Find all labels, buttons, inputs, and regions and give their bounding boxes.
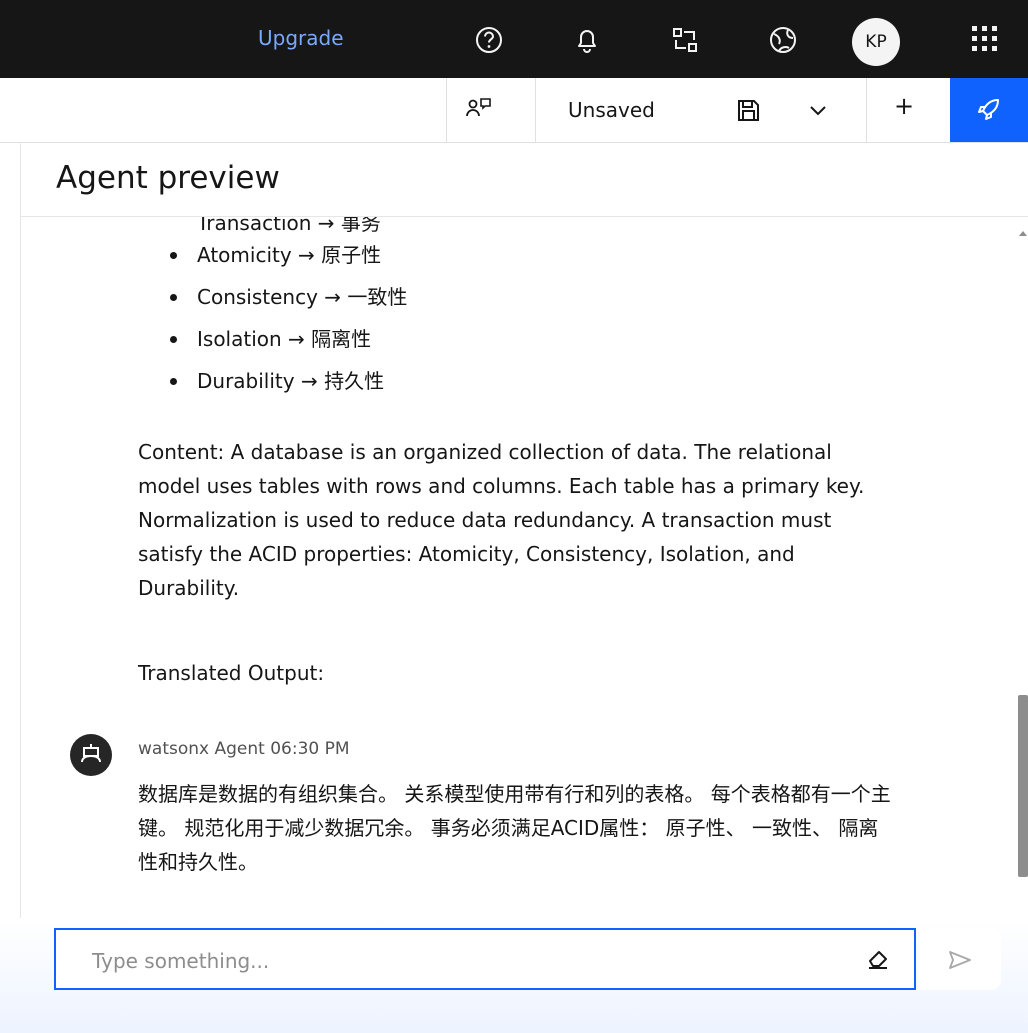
chevron-down-icon[interactable]	[802, 94, 834, 126]
switcher-icon[interactable]	[668, 23, 702, 57]
translation-list: Atomicity → 原子性 Consistency → 一致性 Isolat…	[166, 239, 407, 407]
save-status: Unsaved	[568, 98, 655, 122]
notification-bell-icon[interactable]	[570, 23, 604, 57]
deploy-button[interactable]	[950, 78, 1028, 142]
agent-toolbar: Unsaved +	[0, 78, 1028, 143]
upgrade-link[interactable]: Upgrade	[258, 26, 344, 50]
agent-message: 数据库是数据的有组织集合。 关系模型使用带有行和列的表格。 每个表格都有一个主键…	[138, 782, 891, 874]
rocket-icon	[972, 94, 1004, 130]
list-item: Durability → 持久性	[166, 365, 407, 407]
translated-label: Translated Output:	[138, 661, 325, 685]
content-paragraph: Content: A database is an organized coll…	[138, 440, 865, 600]
user-avatar[interactable]: KP	[852, 18, 900, 66]
message-input[interactable]	[90, 944, 834, 978]
top-header: Upgrade KP	[0, 0, 1028, 78]
eraser-icon[interactable]	[864, 944, 892, 976]
toolbar-divider	[866, 78, 867, 142]
toolbar-divider	[446, 78, 447, 142]
list-item: Atomicity → 原子性	[166, 239, 407, 281]
agent-avatar	[70, 734, 112, 776]
help-icon[interactable]	[472, 23, 506, 57]
panel-title: Agent preview	[56, 160, 280, 196]
scrollbar-thumb[interactable]	[1018, 695, 1028, 877]
save-icon[interactable]	[732, 94, 764, 126]
chat-transcript[interactable]: Transaction → 事务 Atomicity → 原子性 Consist…	[21, 217, 1018, 918]
send-icon	[946, 946, 974, 978]
add-button[interactable]: +	[894, 92, 914, 124]
list-item: Consistency → 一致性	[166, 281, 407, 323]
send-button[interactable]	[918, 928, 1001, 990]
toolbar-divider	[535, 78, 536, 142]
agent-chat-icon[interactable]	[462, 94, 494, 126]
agent-bot-icon	[81, 744, 101, 763]
app-grid-icon[interactable]	[970, 24, 1000, 58]
list-item: Isolation → 隔离性	[166, 323, 407, 365]
agent-name-timestamp: watsonx Agent 06:30 PM	[138, 739, 350, 759]
region-globe-icon[interactable]	[766, 23, 800, 57]
scroll-up-arrow-icon[interactable]	[1018, 222, 1028, 236]
partial-line: Transaction → 事务	[197, 217, 381, 235]
message-input-box[interactable]	[54, 928, 916, 990]
